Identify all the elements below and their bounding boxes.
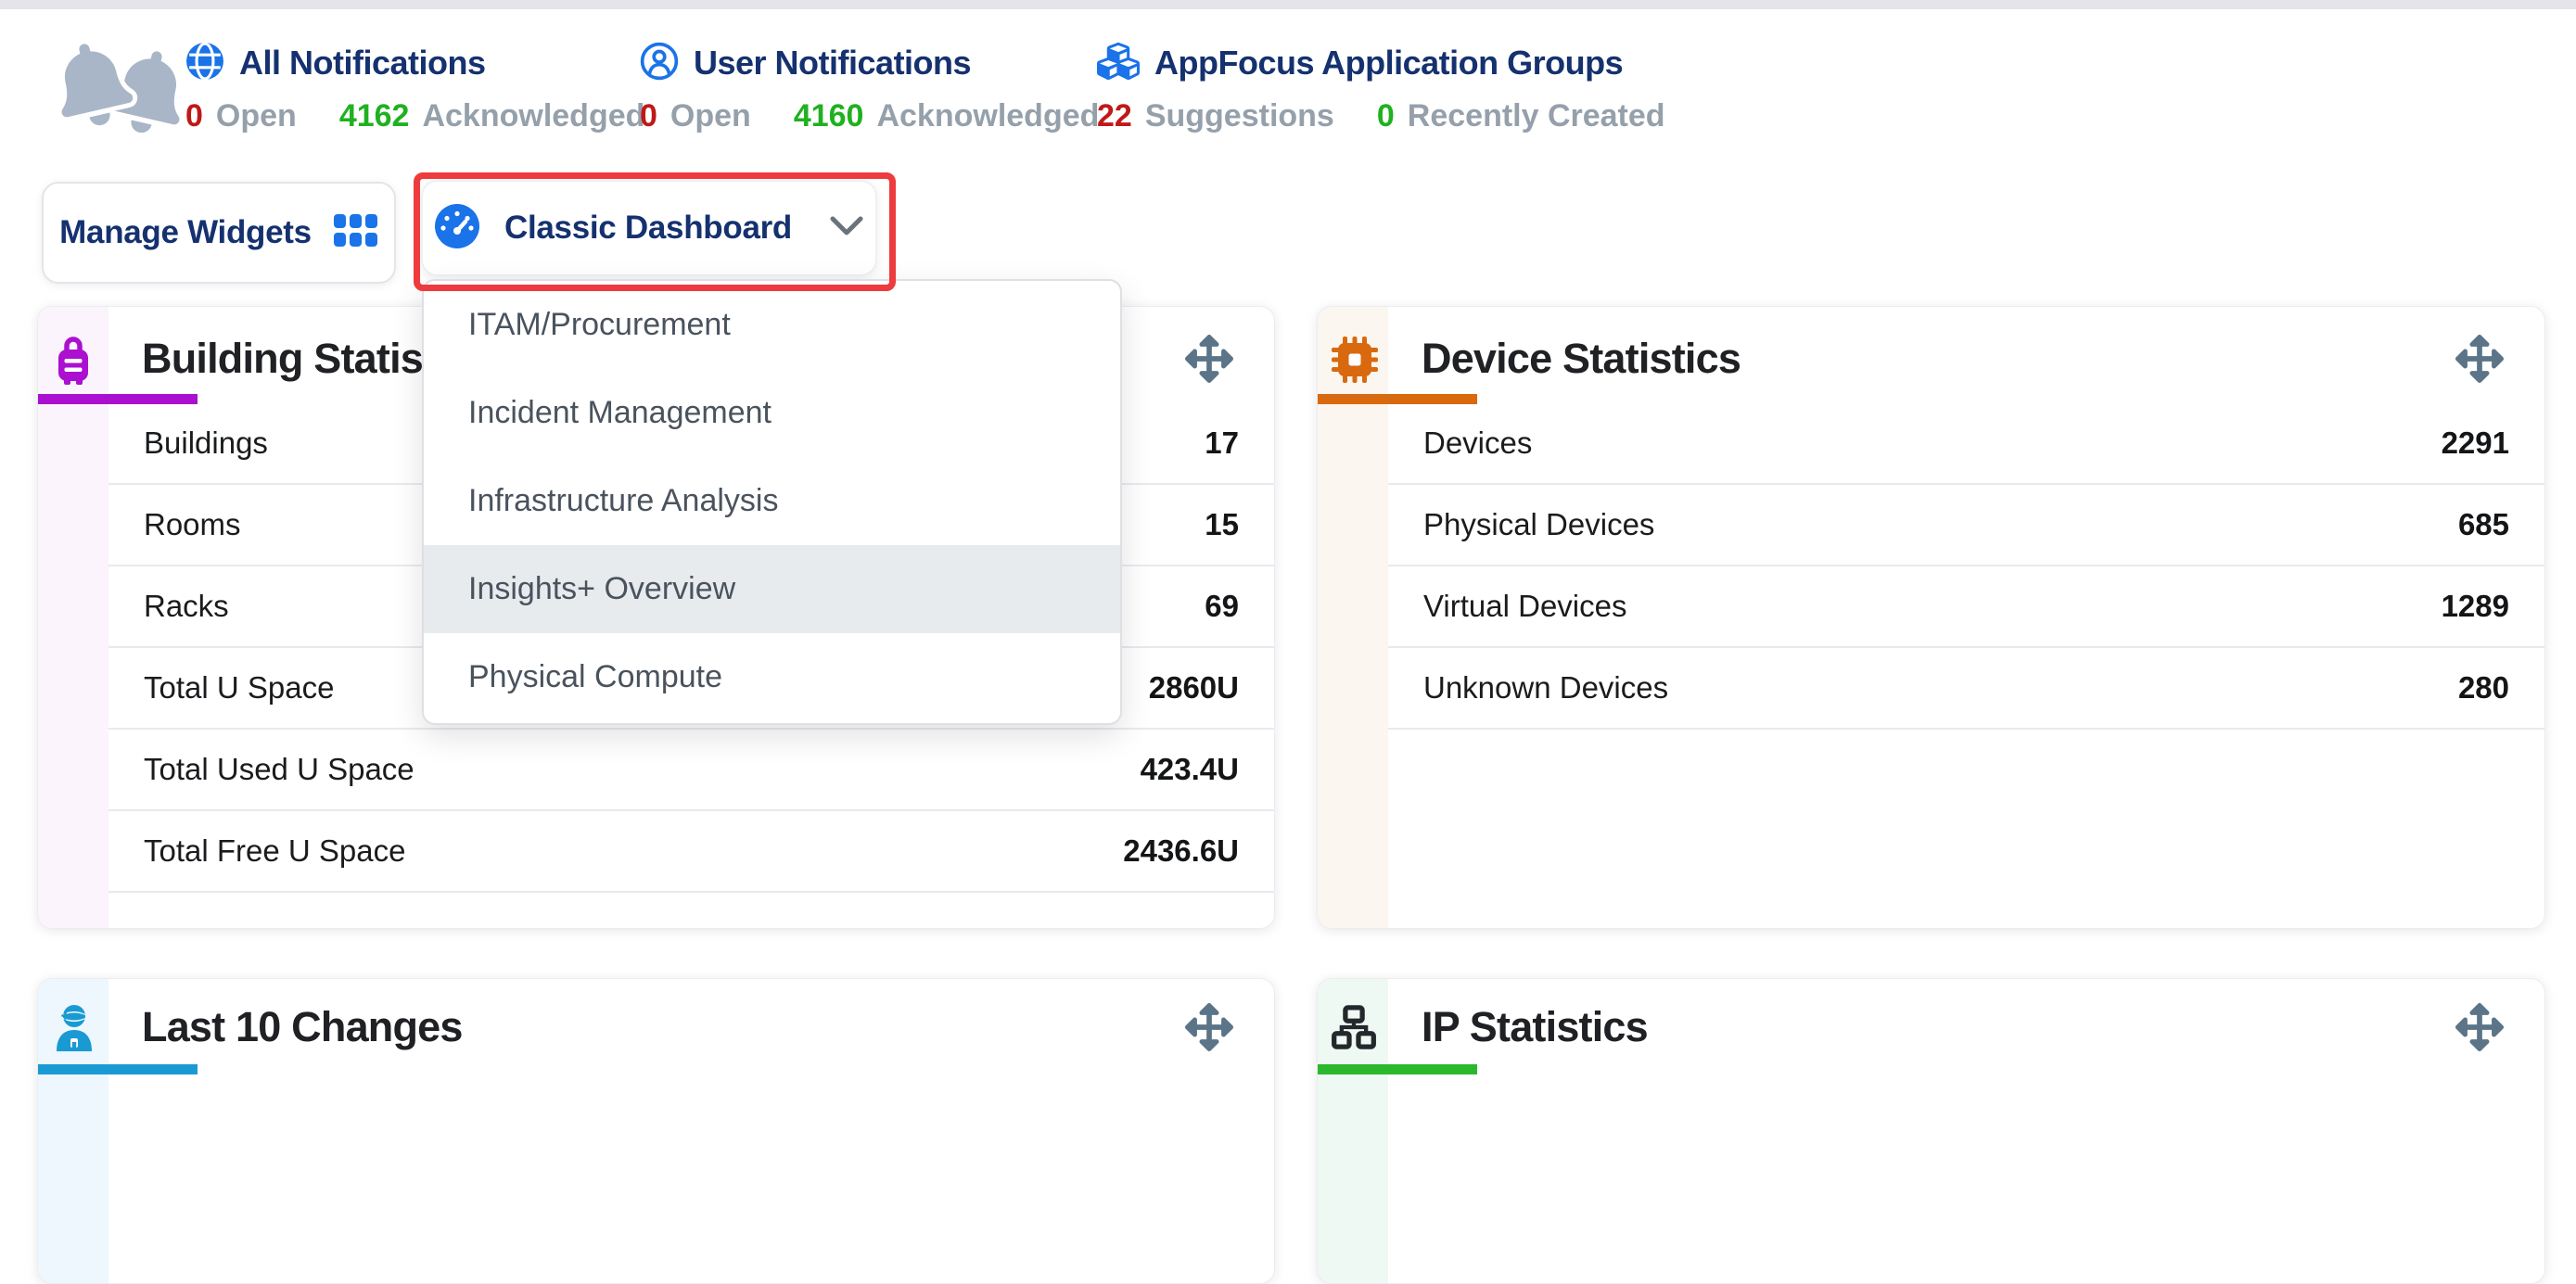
open-count: 0 — [640, 98, 657, 134]
move-widget-handle[interactable] — [1185, 1003, 1233, 1051]
building-suitcase-icon — [52, 337, 95, 391]
acknowledged-count: 4160 — [794, 98, 864, 134]
table-row: Devices2291 — [1388, 403, 2544, 485]
table-row: Total Free U Space2436.6U — [108, 811, 1274, 893]
acknowledged-count: 4162 — [339, 98, 410, 134]
table-row: Physical Devices685 — [1388, 485, 2544, 566]
move-widget-handle[interactable] — [2455, 1003, 2504, 1051]
widget-card-device-statistics: Device Statistics Devices2291 Physical D… — [1317, 306, 2545, 929]
notif-group-counts: 22 Suggestions 0 Recently Created — [1097, 98, 1665, 134]
card-accent-underline — [1318, 1064, 1477, 1074]
card-accent-underline — [38, 1064, 198, 1074]
dropdown-item-itam-procurement[interactable]: ITAM/Procurement — [424, 281, 1120, 369]
notif-group-user-notifications[interactable]: User Notifications 0 Open 4160 Acknowled… — [640, 39, 1099, 134]
user-change-icon — [52, 1003, 95, 1056]
dashboard-gauge-icon — [434, 203, 480, 254]
chevron-down-icon — [829, 215, 864, 242]
sitemap-network-icon — [1332, 1005, 1376, 1054]
dropdown-item-infrastructure-analysis[interactable]: Infrastructure Analysis — [424, 457, 1120, 545]
card-title: IP Statistics — [1422, 1003, 1648, 1051]
card-title: Device Statistics — [1422, 335, 1741, 383]
dashboard-screen: All Notifications 0 Open 4162 Acknowledg… — [0, 0, 2576, 1086]
user-circle-icon — [640, 42, 679, 85]
dropdown-item-insights-overview[interactable]: Insights+ Overview — [424, 545, 1120, 633]
cpu-chip-icon — [1332, 337, 1378, 388]
notif-group-counts: 0 Open 4162 Acknowledged — [185, 98, 644, 134]
notif-group-all-notifications[interactable]: All Notifications 0 Open 4162 Acknowledg… — [185, 39, 644, 134]
table-row: Unknown Devices280 — [1388, 648, 2544, 730]
table-row: Virtual Devices1289 — [1388, 566, 2544, 648]
card-title: Last 10 Changes — [142, 1003, 463, 1051]
notif-group-counts: 0 Open 4160 Acknowledged — [640, 98, 1099, 134]
cubes-icon — [1097, 40, 1140, 87]
suggestions-count: 22 — [1097, 98, 1132, 134]
globe-icon — [185, 42, 224, 85]
dropdown-item-physical-compute[interactable]: Physical Compute — [424, 633, 1120, 721]
recently-created-count: 0 — [1377, 98, 1395, 134]
dropdown-item-incident-management[interactable]: Incident Management — [424, 369, 1120, 457]
notif-group-appfocus[interactable]: AppFocus Application Groups 22 Suggestio… — [1097, 39, 1665, 134]
move-widget-handle[interactable] — [2455, 335, 2504, 383]
widget-card-last-10-changes: Last 10 Changes — [37, 978, 1275, 1284]
widgets-grid-icon — [334, 214, 378, 252]
notif-group-title: All Notifications — [239, 44, 486, 83]
table-row: Total Used U Space423.4U — [108, 730, 1274, 811]
manage-widgets-button[interactable]: Manage Widgets — [42, 182, 396, 284]
window-top-strip — [0, 0, 2576, 9]
dashboard-selector-button[interactable]: Classic Dashboard — [421, 180, 877, 276]
notif-group-title: User Notifications — [694, 44, 971, 83]
dashboard-dropdown-menu: ITAM/Procurement Incident Management Inf… — [422, 279, 1122, 725]
open-count: 0 — [185, 98, 203, 134]
notif-group-title: AppFocus Application Groups — [1154, 44, 1623, 83]
widget-card-ip-statistics: IP Statistics — [1317, 978, 2545, 1284]
notifications-bell-icon — [52, 41, 193, 141]
move-widget-handle[interactable] — [1185, 335, 1233, 383]
